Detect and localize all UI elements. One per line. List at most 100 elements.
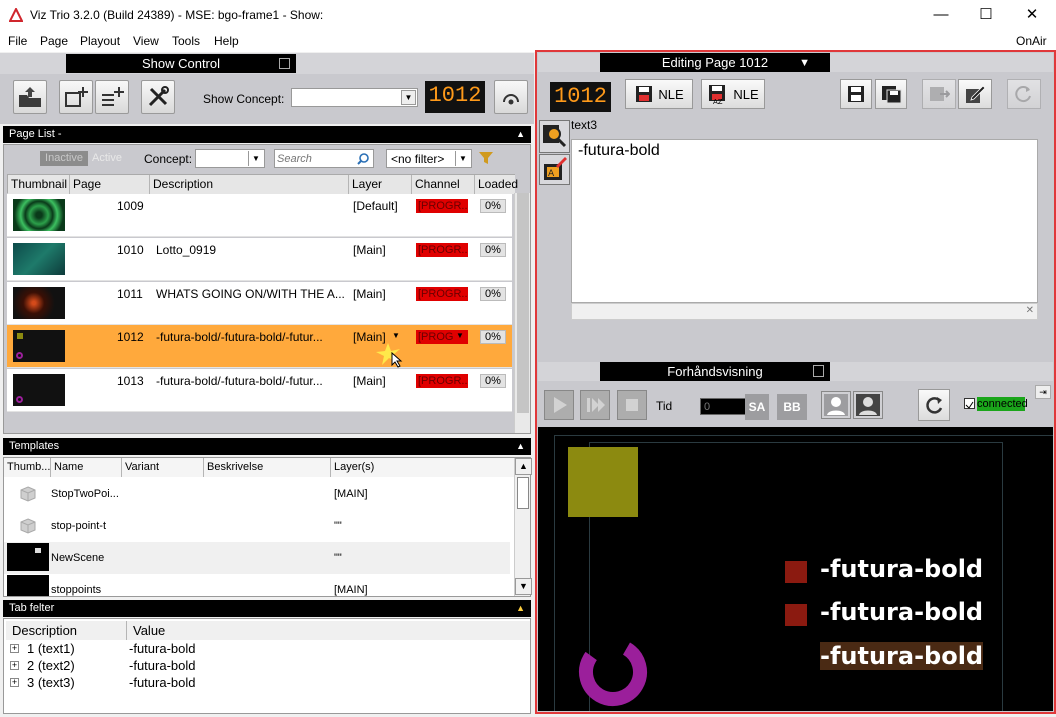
search-box[interactable]: [274, 149, 374, 168]
col-layer[interactable]: Layer: [349, 175, 412, 194]
concept-select[interactable]: ▼: [195, 149, 265, 168]
page-number-display[interactable]: 1012: [425, 81, 485, 113]
save-button[interactable]: [840, 79, 872, 109]
field-text-editor[interactable]: -futura-bold: [571, 139, 1038, 303]
bb-button[interactable]: BB: [777, 394, 807, 420]
col-thumb[interactable]: Thumb...: [4, 458, 51, 477]
field-row-1[interactable]: + 1 (text1) -futura-bold: [10, 641, 522, 658]
show-concept-select[interactable]: ▼: [291, 88, 418, 107]
close-icon[interactable]: ✕: [1026, 305, 1034, 316]
col-channel[interactable]: Channel: [412, 175, 475, 194]
col-variant[interactable]: Variant: [122, 458, 204, 477]
col-description[interactable]: Description: [6, 621, 127, 640]
maximize-button[interactable]: ☐: [963, 0, 1009, 31]
panel-restore-icon[interactable]: [279, 58, 290, 69]
new-playlist-button[interactable]: [95, 80, 129, 114]
menu-playout[interactable]: Playout: [80, 34, 120, 48]
menu-view[interactable]: View: [133, 34, 159, 48]
preview-canvas[interactable]: -futura-bold -futura-bold -futura-bold: [538, 427, 1053, 711]
menu-tools[interactable]: Tools: [172, 34, 200, 48]
scroll-up-icon[interactable]: ▲: [515, 458, 532, 475]
continue-button[interactable]: [580, 390, 610, 420]
connected-checkbox[interactable]: [964, 398, 975, 409]
play-button[interactable]: [544, 390, 574, 420]
page-row-1009[interactable]: 1009 [Default] [PROGR... 0%: [7, 194, 512, 237]
field-edit-button[interactable]: A: [539, 154, 570, 185]
template-row[interactable]: NewScene "": [4, 542, 510, 574]
filter-select[interactable]: <no filter> ▼: [386, 149, 472, 168]
page-channel[interactable]: [PROGR...: [416, 287, 468, 301]
page-row-1010[interactable]: 1010 Lotto_0919 [Main] [PROGR... 0%: [7, 238, 512, 281]
chevron-down-icon[interactable]: ▼: [401, 90, 416, 105]
page-channel[interactable]: [PROGR...: [416, 374, 468, 388]
field-browse-button[interactable]: [539, 120, 570, 153]
tid-input[interactable]: 0: [700, 398, 746, 415]
col-description[interactable]: Description: [150, 175, 349, 194]
preview-refresh-button[interactable]: [918, 389, 950, 421]
scrollbar-thumb[interactable]: [517, 477, 529, 509]
save-nle-button[interactable]: NLE: [625, 79, 693, 109]
save-all-button[interactable]: [875, 79, 907, 109]
col-name[interactable]: Name: [51, 458, 122, 477]
sa-button[interactable]: SA: [745, 394, 769, 420]
refresh-button[interactable]: [1007, 79, 1041, 109]
col-loaded[interactable]: Loaded: [475, 175, 518, 194]
active-toggle[interactable]: Active: [92, 151, 134, 166]
template-row[interactable]: stoppoints [MAIN]: [4, 574, 510, 596]
onair-label[interactable]: OnAir: [1016, 34, 1047, 48]
stop-button[interactable]: [617, 390, 647, 420]
collapse-icon[interactable]: ▲: [516, 438, 525, 455]
templates-scrollbar[interactable]: ▲ ▼: [514, 458, 532, 596]
filter-funnel-icon[interactable]: [478, 150, 494, 166]
expand-icon[interactable]: +: [10, 661, 19, 670]
channel-dropdown-icon[interactable]: ▼: [456, 331, 464, 340]
layer-dropdown-icon[interactable]: ▼: [392, 331, 400, 340]
page-channel[interactable]: [PROGR...: [416, 243, 468, 257]
chevron-down-icon[interactable]: ▼: [799, 53, 810, 73]
save-as-nle-button[interactable]: AZ NLE: [701, 79, 765, 109]
col-beskrivelse[interactable]: Beskrivelse: [204, 458, 331, 477]
col-thumbnail[interactable]: Thumbnail: [8, 175, 70, 194]
user-view-button[interactable]: [821, 391, 851, 419]
panel-restore-icon[interactable]: [813, 365, 824, 377]
col-value[interactable]: Value: [127, 621, 530, 640]
template-row[interactable]: stop-point-t "": [4, 510, 510, 542]
export-button[interactable]: [922, 79, 956, 109]
col-page[interactable]: Page: [70, 175, 150, 194]
collapse-icon[interactable]: ▲: [516, 126, 525, 143]
field-row-2[interactable]: + 2 (text2) -futura-bold: [10, 658, 522, 675]
collapse-icon[interactable]: ▲: [516, 600, 525, 617]
page-row-1011[interactable]: 1011 WHATS GOING ON/WITH THE A... [Main]…: [7, 282, 512, 325]
chevron-down-icon[interactable]: ▼: [455, 151, 470, 166]
menu-help[interactable]: Help: [214, 34, 239, 48]
pin-icon[interactable]: ⇥: [1035, 385, 1051, 399]
search-icon[interactable]: [356, 152, 370, 166]
menu-file[interactable]: File: [8, 34, 27, 48]
page-channel[interactable]: [PROGR...: [416, 199, 468, 213]
editing-page-number[interactable]: 1012: [550, 82, 611, 112]
inactive-toggle[interactable]: Inactive: [40, 151, 88, 166]
page-row-1012[interactable]: 1012 -futura-bold/-futura-bold/-futur...…: [7, 325, 512, 368]
col-layers[interactable]: Layer(s): [331, 458, 514, 477]
expand-icon[interactable]: +: [10, 678, 19, 687]
page-row-1013[interactable]: 1013 -futura-bold/-futura-bold/-futur...…: [7, 369, 512, 412]
minimize-button[interactable]: —: [918, 0, 964, 31]
template-row[interactable]: StopTwoPoi... [MAIN]: [4, 478, 510, 510]
expand-icon[interactable]: +: [10, 644, 19, 653]
take-button[interactable]: [494, 80, 528, 114]
tools-button[interactable]: [141, 80, 175, 114]
close-button[interactable]: ✕: [1009, 0, 1055, 31]
user-alt-button[interactable]: [853, 391, 883, 419]
editor-hscrollbar[interactable]: ✕: [571, 303, 1038, 320]
chevron-down-icon[interactable]: ▼: [248, 151, 263, 166]
new-page-button[interactable]: [59, 80, 93, 114]
scroll-down-icon[interactable]: ▼: [515, 578, 532, 595]
scrollbar-thumb[interactable]: [517, 193, 529, 413]
open-show-button[interactable]: [13, 80, 47, 114]
page-list-scrollbar[interactable]: [514, 193, 530, 433]
page-description: -futura-bold/-futura-bold/-futur...: [156, 330, 323, 344]
field-row-3[interactable]: + 3 (text3) -futura-bold: [10, 675, 522, 692]
edit-tool-button[interactable]: [958, 79, 992, 109]
search-input[interactable]: [277, 151, 355, 166]
menu-page[interactable]: Page: [40, 34, 68, 48]
